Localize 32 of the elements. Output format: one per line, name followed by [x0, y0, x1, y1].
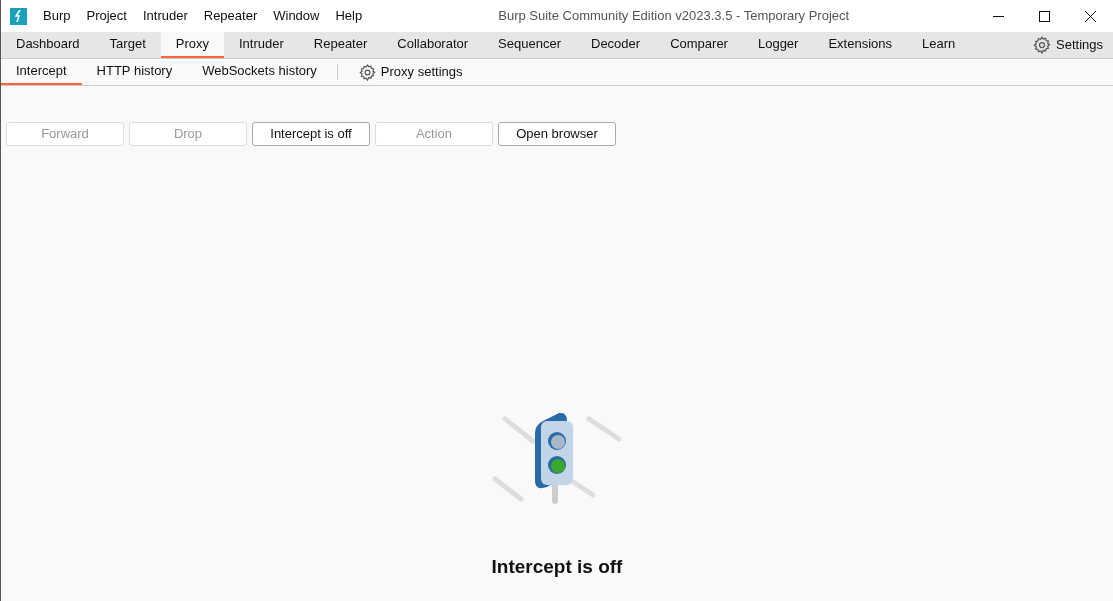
window-title: Burp Suite Community Edition v2023.3.5 - Temporary Project — [498, 7, 850, 26]
main-tab[interactable]: Comparer — [655, 32, 743, 58]
main-tab[interactable]: Collaborator — [382, 32, 484, 58]
main-tab[interactable]: Intruder — [224, 32, 299, 58]
sub-tab[interactable]: Intercept — [1, 59, 82, 85]
settings-button[interactable]: Settings — [1032, 32, 1103, 58]
menu-item[interactable]: Burp — [35, 6, 79, 26]
main-tab[interactable]: Dashboard — [1, 32, 95, 58]
menu-item[interactable]: Help — [327, 6, 371, 26]
main-tab[interactable]: Target — [94, 32, 161, 58]
settings-icon — [357, 62, 377, 82]
sub-tab[interactable]: WebSockets history — [187, 59, 332, 85]
main-tab[interactable]: Repeater — [298, 32, 383, 58]
toolbar-button[interactable]: Intercept is off — [252, 122, 370, 146]
menu-item[interactable]: Window — [265, 6, 328, 26]
main-tab[interactable]: Sequencer — [483, 32, 576, 58]
menu-item[interactable]: Repeater — [195, 6, 266, 26]
main-tab[interactable]: Proxy — [160, 32, 224, 58]
settings-icon — [1032, 35, 1052, 55]
sub-tab[interactable]: HTTP history — [81, 59, 188, 85]
main-tab[interactable]: Logger — [742, 32, 814, 58]
main-tab[interactable]: Learn — [907, 32, 971, 58]
proxy-settings-button[interactable]: Proxy settings — [342, 59, 478, 85]
main-tab[interactable]: Decoder — [576, 32, 656, 58]
menu-item[interactable]: Project — [78, 6, 135, 26]
intercept-status-message: Intercept is off — [491, 554, 623, 579]
app-logo-icon — [10, 7, 27, 25]
maximize-icon — [1038, 10, 1050, 22]
close-icon — [1084, 10, 1096, 22]
main-tab[interactable]: Extensions — [813, 32, 907, 58]
menu-item[interactable]: Intruder — [134, 6, 196, 26]
toolbar-button[interactable]: Open browser — [498, 122, 616, 146]
